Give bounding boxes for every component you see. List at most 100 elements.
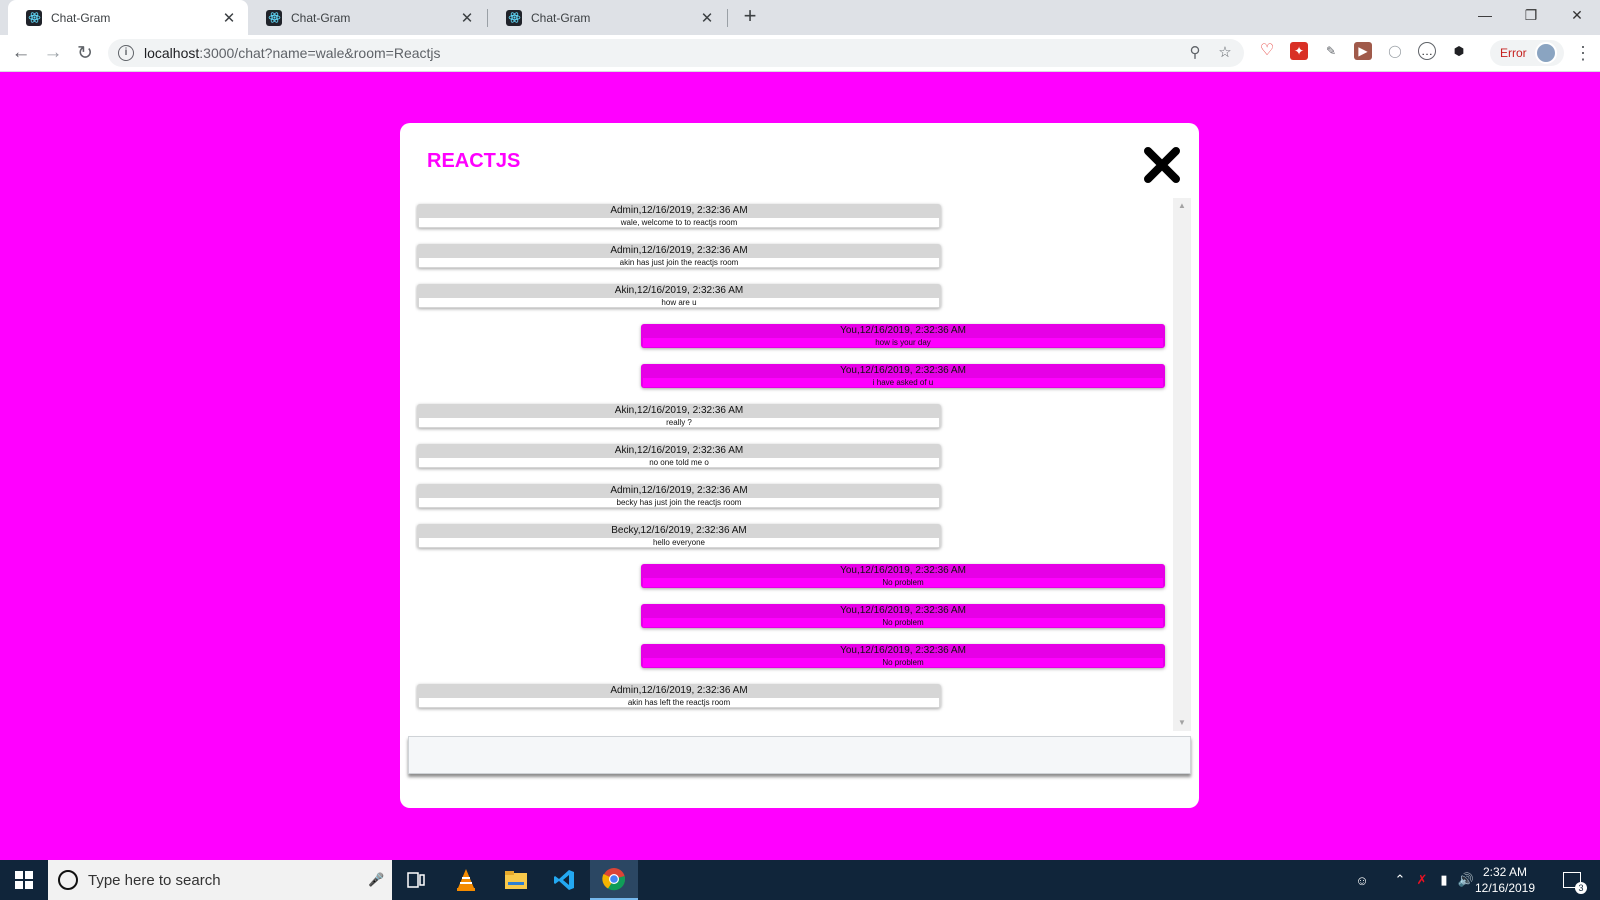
- menu-icon[interactable]: ⋮: [1574, 42, 1592, 64]
- avatar: [1534, 42, 1557, 64]
- message-bubble: Admin,12/16/2019, 2:32:36 AM akin has lef…: [417, 684, 941, 708]
- address-bar[interactable]: i localhost:3000/chat?name=wale&room=Rea…: [108, 39, 1244, 67]
- message-text: i have asked of u: [643, 378, 1163, 387]
- chat-card: REACTJS Admin,12/16/2019, 2:32:36 AM wale…: [400, 123, 1199, 808]
- browser-tab-3[interactable]: Chat-Gram ✕: [488, 0, 726, 35]
- message-text: really ?: [419, 418, 939, 427]
- vlc-icon[interactable]: [442, 860, 490, 900]
- scrollbar[interactable]: ▲ ▼: [1173, 198, 1191, 731]
- heart-extension-icon[interactable]: ♡: [1258, 42, 1276, 60]
- message-text: becky has just join the reactjs room: [419, 498, 939, 507]
- microphone-icon[interactable]: 🎤: [368, 872, 384, 888]
- message-meta: Akin,12/16/2019, 2:32:36 AM: [614, 285, 744, 296]
- tab-close-icon[interactable]: ✕: [220, 9, 238, 27]
- message-meta: Admin,12/16/2019, 2:32:36 AM: [610, 245, 748, 256]
- task-view-icon[interactable]: [392, 860, 440, 900]
- message-bubble-self: You,12/16/2019, 2:32:36 AM i have asked o…: [641, 364, 1165, 388]
- message-meta: You,12/16/2019, 2:32:36 AM: [840, 565, 966, 576]
- browser-tab-1[interactable]: Chat-Gram ✕: [8, 0, 248, 35]
- window-close-icon[interactable]: ✕: [1554, 0, 1600, 30]
- message-bubble-self: You,12/16/2019, 2:32:36 AM No problem: [641, 564, 1165, 588]
- windows-start-icon[interactable]: [0, 860, 48, 900]
- message-input[interactable]: [408, 736, 1191, 774]
- tab-divider: [727, 9, 728, 27]
- timer-extension-icon[interactable]: ◯: [1386, 42, 1404, 60]
- notifications-icon[interactable]: 3: [1552, 860, 1592, 900]
- chevron-up-icon[interactable]: ⌃: [1388, 860, 1412, 900]
- info-icon[interactable]: i: [118, 45, 134, 61]
- profile-error-button[interactable]: Error: [1490, 40, 1564, 66]
- message-bubble-self: You,12/16/2019, 2:32:36 AM No problem: [641, 604, 1165, 628]
- tab-title: Chat-Gram: [51, 10, 111, 25]
- new-tab-button[interactable]: +: [738, 5, 762, 29]
- close-icon[interactable]: [1142, 145, 1182, 185]
- tab-title: Chat-Gram: [291, 10, 351, 25]
- zoom-icon[interactable]: ⚲: [1186, 44, 1204, 62]
- taskbar-search-box[interactable]: Type here to search 🎤: [48, 860, 392, 900]
- tab-close-icon[interactable]: ✕: [698, 9, 716, 27]
- eyedropper-extension-icon[interactable]: ✎: [1322, 42, 1340, 60]
- message-text: how are u: [419, 298, 939, 307]
- message-text: No problem: [643, 578, 1163, 587]
- room-title: REACTJS: [427, 150, 521, 172]
- message-meta: You,12/16/2019, 2:32:36 AM: [840, 645, 966, 656]
- url-path: :3000/chat?name=wale&room=Reactjs: [199, 45, 441, 61]
- notification-count: 3: [1575, 882, 1587, 894]
- message-bubble: Akin,12/16/2019, 2:32:36 AM really ?: [417, 404, 941, 428]
- vscode-icon[interactable]: [540, 860, 588, 900]
- star-icon[interactable]: ☆: [1216, 44, 1234, 62]
- message-bubble: Akin,12/16/2019, 2:32:36 AM how are u: [417, 284, 941, 308]
- browser-toolbar: ← → ↻ i localhost:3000/chat?name=wale&ro…: [0, 35, 1600, 72]
- message-text: hello everyone: [419, 538, 939, 547]
- message-text: no one told me o: [419, 458, 939, 467]
- react-favicon-icon: [26, 9, 42, 26]
- restore-icon[interactable]: ❐: [1508, 0, 1554, 30]
- puzzle-extension-icon[interactable]: ✦: [1290, 42, 1308, 60]
- message-bubble-self: You,12/16/2019, 2:32:36 AM No problem: [641, 644, 1165, 668]
- message-meta: Admin,12/16/2019, 2:32:36 AM: [610, 685, 748, 696]
- chrome-icon[interactable]: [590, 860, 638, 900]
- back-icon[interactable]: ←: [9, 41, 33, 65]
- message-text: how is your day: [643, 338, 1163, 347]
- message-bubble: Admin,12/16/2019, 2:32:36 AM becky has ju…: [417, 484, 941, 508]
- message-bubble: Admin,12/16/2019, 2:32:36 AM akin has jus…: [417, 244, 941, 268]
- browser-tab-strip: Chat-Gram ✕ Chat-Gram ✕ Chat-Gram ✕ + — …: [0, 0, 1600, 35]
- message-text: akin has left the reactjs room: [419, 698, 939, 707]
- message-bubble: Becky,12/16/2019, 2:32:36 AM hello everyo…: [417, 524, 941, 548]
- reload-icon[interactable]: ↻: [73, 41, 97, 65]
- tab-title: Chat-Gram: [531, 10, 591, 25]
- message-meta: Akin,12/16/2019, 2:32:36 AM: [614, 405, 744, 416]
- message-text: akin has just join the reactjs room: [419, 258, 939, 267]
- scroll-down-icon[interactable]: ▼: [1173, 715, 1191, 731]
- message-meta: You,12/16/2019, 2:32:36 AM: [840, 365, 966, 376]
- forward-icon[interactable]: →: [41, 41, 65, 65]
- clock[interactable]: 2:32 AM 12/16/2019: [1468, 864, 1542, 896]
- clock-date: 12/16/2019: [1474, 881, 1536, 895]
- browser-tab-2[interactable]: Chat-Gram ✕: [248, 0, 486, 35]
- message-meta: Becky,12/16/2019, 2:32:36 AM: [611, 525, 747, 536]
- react-favicon-icon: [506, 9, 522, 26]
- network-error-icon[interactable]: ✗: [1410, 860, 1434, 900]
- tab-close-icon[interactable]: ✕: [458, 9, 476, 27]
- message-text: wale, welcome to to reactjs room: [419, 218, 939, 227]
- message-list[interactable]: Admin,12/16/2019, 2:32:36 AM wale, welcom…: [415, 198, 1173, 731]
- message-bubble: Akin,12/16/2019, 2:32:36 AM no one told m…: [417, 444, 941, 468]
- url-text: localhost:3000/chat?name=wale&room=React…: [144, 45, 441, 61]
- message-meta: You,12/16/2019, 2:32:36 AM: [840, 605, 966, 616]
- file-explorer-icon[interactable]: [492, 860, 540, 900]
- message-meta: Admin,12/16/2019, 2:32:36 AM: [610, 485, 748, 496]
- battery-icon[interactable]: ▮: [1432, 860, 1456, 900]
- scroll-up-icon[interactable]: ▲: [1173, 198, 1191, 214]
- minimize-icon[interactable]: —: [1462, 0, 1508, 30]
- message-meta: Admin,12/16/2019, 2:32:36 AM: [610, 205, 748, 216]
- message-meta: Akin,12/16/2019, 2:32:36 AM: [614, 445, 744, 456]
- url-host: localhost: [144, 45, 200, 61]
- people-icon[interactable]: ☺: [1350, 860, 1374, 900]
- cortana-icon: [58, 870, 78, 890]
- message-text: No problem: [643, 658, 1163, 667]
- code-extension-icon[interactable]: …: [1418, 42, 1436, 60]
- pdf-extension-icon[interactable]: ▶: [1354, 42, 1372, 60]
- message-text: No problem: [643, 618, 1163, 627]
- message-bubble: Admin,12/16/2019, 2:32:36 AM wale, welcom…: [417, 204, 941, 228]
- cube-extension-icon[interactable]: ⬢: [1450, 42, 1468, 60]
